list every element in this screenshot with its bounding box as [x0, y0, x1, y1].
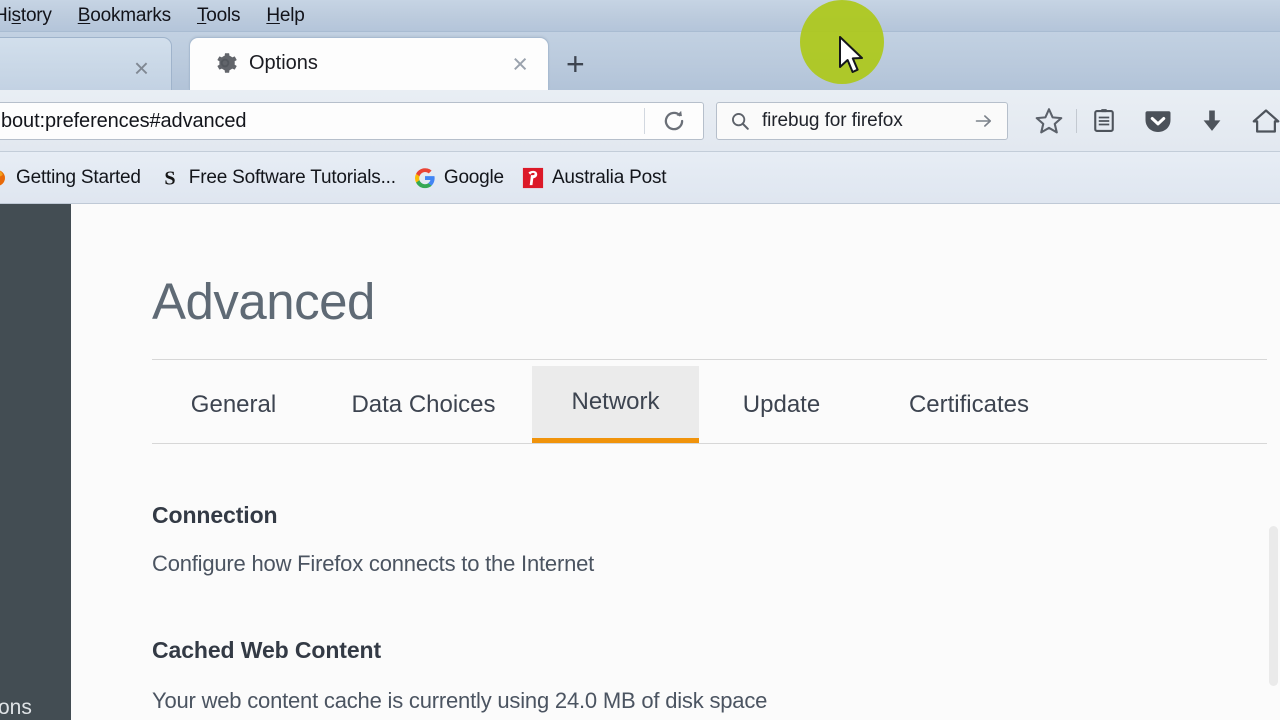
tab-options[interactable]: Options ×	[189, 37, 549, 90]
close-icon[interactable]: ×	[512, 51, 528, 78]
browser-window: History Bookmarks Tools Help × Options ×…	[0, 0, 1280, 720]
australia-post-icon	[522, 167, 544, 189]
page-title: Advanced	[152, 273, 375, 330]
bookmark-star-icon[interactable]	[1022, 106, 1076, 136]
preferences-panel: Advanced General Data Choices Network Up…	[71, 204, 1280, 720]
tab-network[interactable]: Network	[532, 366, 699, 443]
bookmark-label: Australia Post	[551, 166, 667, 188]
s-favicon: S	[159, 167, 181, 189]
close-icon[interactable]: ×	[134, 55, 149, 81]
bookmark-google[interactable]: Google	[414, 167, 504, 189]
section-description-connection: Configure how Firefox connects to the In…	[152, 551, 595, 576]
url-bar[interactable]: bout:preferences#advanced	[0, 102, 704, 140]
home-icon[interactable]	[1239, 107, 1280, 135]
divider	[152, 443, 1280, 444]
section-heading-cached-web-content: Cached Web Content	[152, 637, 382, 663]
menu-bar: History Bookmarks Tools Help	[0, 0, 1280, 32]
bookmark-getting-started[interactable]: Getting Started	[0, 167, 141, 189]
background-tab[interactable]: ×	[0, 37, 172, 90]
menu-item-tools[interactable]: Tools	[184, 5, 253, 27]
tab-update[interactable]: Update	[699, 366, 864, 443]
menu-item-help[interactable]: Help	[253, 5, 317, 27]
pocket-icon[interactable]	[1131, 106, 1185, 136]
svg-text:S: S	[164, 167, 175, 189]
search-icon	[729, 110, 751, 132]
tab-title: Options	[249, 52, 318, 74]
menu-item-bookmarks[interactable]: Bookmarks	[65, 5, 184, 27]
page-content: ons Advanced General Data Choices Networ…	[0, 204, 1280, 720]
firefox-favicon	[0, 167, 8, 189]
tab-label: Network	[571, 388, 660, 415]
url-input[interactable]: bout:preferences#advanced	[0, 110, 644, 133]
bookmark-label: Google	[443, 166, 504, 188]
bookmarks-bar: Getting Started S Free Software Tutorial…	[0, 152, 1280, 204]
divider	[152, 359, 1280, 360]
tab-data-choices[interactable]: Data Choices	[315, 366, 532, 443]
tab-label: General	[190, 390, 277, 418]
section-description-cached-web-content: Your web content cache is currently usin…	[152, 688, 768, 713]
menu-item-history[interactable]: History	[0, 5, 65, 27]
tab-general[interactable]: General	[152, 366, 315, 443]
reading-list-icon[interactable]	[1077, 107, 1131, 135]
tab-certificates[interactable]: Certificates	[864, 366, 1074, 443]
preferences-tabs: General Data Choices Network Update Cert…	[152, 366, 1280, 443]
bookmark-australia-post[interactable]: Australia Post	[522, 166, 667, 189]
bookmark-label: Getting Started	[16, 166, 141, 188]
sidebar-item-label[interactable]: ons	[0, 696, 32, 720]
google-g-icon	[414, 167, 436, 189]
search-bar[interactable]: firebug for firefox	[716, 102, 1008, 140]
new-tab-button[interactable]: +	[566, 48, 585, 80]
search-input[interactable]: firebug for firefox	[762, 110, 974, 132]
bookmark-label: Free Software Tutorials...	[188, 166, 396, 188]
page-scrollbar[interactable]	[1267, 204, 1280, 720]
arrow-right-icon[interactable]	[974, 111, 994, 131]
toolbar-icons	[1022, 102, 1280, 140]
scrollbar-thumb[interactable]	[1269, 526, 1278, 686]
reload-icon[interactable]	[645, 103, 703, 139]
gear-icon	[212, 50, 238, 76]
tab-label: Data Choices	[351, 390, 496, 418]
preferences-sidebar[interactable]: ons	[0, 204, 71, 720]
section-heading-connection: Connection	[152, 502, 278, 528]
bookmark-free-software-tutorials[interactable]: S Free Software Tutorials...	[159, 167, 396, 189]
tab-label: Update	[742, 390, 821, 418]
downloads-icon[interactable]	[1185, 107, 1239, 135]
tab-label: Certificates	[908, 390, 1030, 418]
navigation-toolbar: bout:preferences#advanced firebug for fi…	[0, 90, 1280, 152]
tab-strip: × Options × +	[0, 32, 1280, 90]
